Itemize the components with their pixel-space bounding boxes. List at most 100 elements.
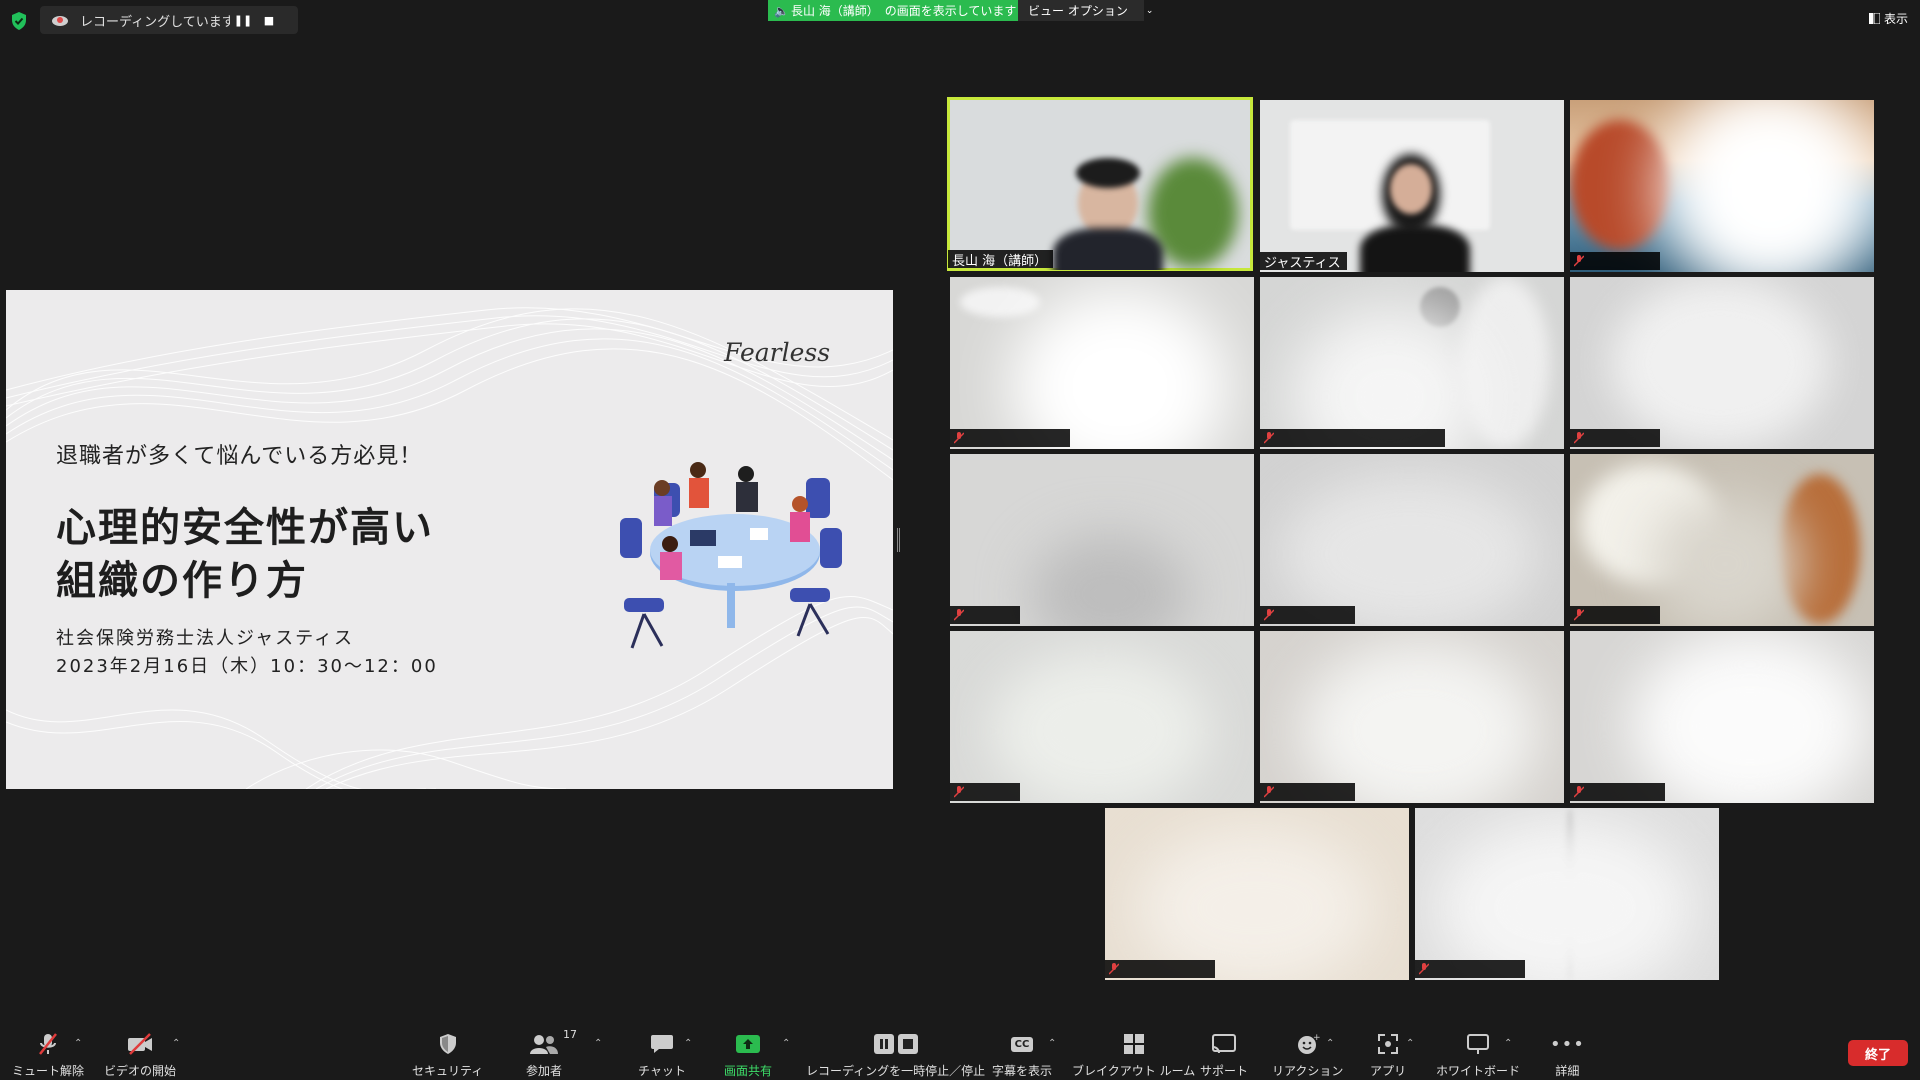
participant-name-tag bbox=[950, 429, 1070, 447]
shared-screen-slide: Fearless 退職者が多くて悩んでいる方必見！ 心理的安全性が高い 組織の作… bbox=[6, 290, 893, 789]
chevron-up-icon[interactable]: ⌃ bbox=[1406, 1038, 1414, 1049]
panel-resize-handle[interactable] bbox=[897, 528, 900, 552]
security-button[interactable]: セキュリティ bbox=[412, 1032, 483, 1079]
meeting-toolbar: ミュート解除 ⌃ ビデオの開始 ⌃ セキュリティ 17 参加者 ⌃ チャット ⌃… bbox=[0, 1024, 1920, 1080]
more-button[interactable]: ••• 詳細 bbox=[1550, 1032, 1585, 1079]
apps-icon bbox=[1378, 1034, 1398, 1054]
reactions-label: リアクション bbox=[1272, 1064, 1344, 1078]
cloud-recording-icon bbox=[52, 16, 68, 26]
speaker-icon: 🔈 bbox=[774, 3, 789, 18]
chevron-up-icon[interactable]: ⌃ bbox=[594, 1038, 602, 1049]
video-tile-participant[interactable] bbox=[1570, 454, 1874, 626]
recording-status-text: レコーディングしています... bbox=[80, 14, 230, 30]
chat-icon bbox=[650, 1035, 673, 1053]
chevron-up-icon[interactable]: ⌃ bbox=[74, 1038, 82, 1049]
fearless-logo: Fearless bbox=[724, 338, 831, 367]
recording-indicator[interactable]: レコーディングしています... ❚❚ ■ bbox=[40, 6, 298, 34]
grid-view-icon bbox=[1868, 13, 1880, 24]
participant-name-tag bbox=[1105, 960, 1215, 978]
start-video-button[interactable]: ビデオの開始 bbox=[104, 1032, 176, 1079]
chevron-up-icon[interactable]: ⌃ bbox=[1326, 1038, 1334, 1049]
share-screen-button[interactable]: 画面共有 bbox=[724, 1032, 772, 1079]
breakout-rooms-icon bbox=[1123, 1034, 1144, 1054]
pause-stop-recording-button[interactable]: レコーディングを一時停止／停止 bbox=[806, 1032, 985, 1079]
video-tile-participant[interactable] bbox=[1570, 631, 1874, 803]
video-tile-participant[interactable] bbox=[950, 454, 1254, 626]
video-tile-participant[interactable] bbox=[950, 277, 1254, 449]
participant-name-tag bbox=[1570, 252, 1660, 270]
more-label: 詳細 bbox=[1555, 1064, 1580, 1078]
mic-muted-icon bbox=[1264, 786, 1274, 798]
captions-button[interactable]: CC 字幕を表示 bbox=[992, 1032, 1052, 1079]
view-options-label: ビュー オプション bbox=[1028, 4, 1128, 18]
participant-name-tag bbox=[1570, 606, 1660, 624]
slide-title-line-2: 組織の作り方 bbox=[56, 558, 308, 604]
video-tile-justice[interactable]: ジャスティス bbox=[1260, 100, 1564, 272]
video-tile-host[interactable]: 長山 海（講師） bbox=[947, 97, 1253, 271]
view-button[interactable]: 表示 bbox=[1868, 10, 1908, 27]
video-tile-participant[interactable] bbox=[1260, 454, 1564, 626]
mic-muted-icon bbox=[954, 432, 964, 444]
participants-button[interactable]: 17 参加者 bbox=[526, 1028, 577, 1079]
stop-recording-icon[interactable]: ■ bbox=[256, 14, 282, 27]
video-tile-participant[interactable] bbox=[1570, 100, 1874, 272]
meeting-illustration bbox=[620, 462, 842, 649]
chevron-up-icon[interactable]: ⌃ bbox=[172, 1038, 180, 1049]
video-tile-participant[interactable] bbox=[1105, 808, 1409, 980]
video-tile-participant[interactable] bbox=[1570, 277, 1874, 449]
end-meeting-button[interactable]: 終了 bbox=[1848, 1040, 1908, 1066]
breakout-rooms-label: ブレイクアウト ルーム bbox=[1072, 1064, 1196, 1078]
shield-icon bbox=[439, 1034, 456, 1054]
apps-button[interactable]: アプリ bbox=[1370, 1032, 1406, 1079]
mic-muted-icon bbox=[1264, 432, 1274, 444]
video-tile-participant[interactable] bbox=[1260, 631, 1564, 803]
slide-subheading: 退職者が多くて悩んでいる方必見！ bbox=[56, 444, 423, 469]
participant-name: 長山 海（講師） bbox=[952, 253, 1048, 269]
chevron-up-icon[interactable]: ⌃ bbox=[1048, 1038, 1056, 1049]
chevron-up-icon[interactable]: ⌃ bbox=[1504, 1038, 1512, 1049]
mic-muted-icon bbox=[39, 1033, 57, 1055]
mic-muted-icon bbox=[1574, 609, 1584, 621]
participant-name-tag bbox=[1415, 960, 1525, 978]
share-banner-host: 長山 海（講師） bbox=[790, 4, 879, 18]
chat-button[interactable]: チャット bbox=[638, 1032, 686, 1079]
slide-datetime: 2023年2月16日（木）10：30〜12：00 bbox=[56, 656, 438, 677]
screen-share-banner: 🔈 長山 海（講師） の画面を表示しています bbox=[768, 0, 1018, 21]
video-tile-participant[interactable] bbox=[950, 631, 1254, 803]
share-banner-text: の画面を表示しています bbox=[884, 4, 1017, 18]
chevron-up-icon[interactable]: ⌃ bbox=[782, 1038, 790, 1049]
shield-icon[interactable] bbox=[10, 11, 28, 31]
whiteboard-label: ホワイトボード bbox=[1436, 1064, 1521, 1078]
pause-recording-icon[interactable]: ❚❚ bbox=[230, 14, 256, 27]
unmute-label: ミュート解除 bbox=[12, 1064, 85, 1078]
chevron-up-icon[interactable]: ⌃ bbox=[684, 1038, 692, 1049]
mic-muted-icon bbox=[1574, 432, 1584, 444]
chevron-down-icon: ⌄ bbox=[1145, 5, 1154, 16]
whiteboard-icon bbox=[1467, 1034, 1489, 1054]
participant-name-tag bbox=[1570, 429, 1660, 447]
svg-text:+: + bbox=[1313, 1033, 1320, 1043]
stop-icon bbox=[897, 1034, 918, 1054]
mic-muted-icon bbox=[1419, 963, 1429, 975]
cast-screen-icon bbox=[1212, 1034, 1236, 1054]
participants-icon bbox=[530, 1035, 558, 1054]
emoji-icon: + bbox=[1297, 1033, 1320, 1054]
participant-name: ジャスティス bbox=[1264, 255, 1341, 271]
view-options-dropdown[interactable]: ビュー オプション ⌄ bbox=[1018, 0, 1153, 21]
participant-name-tag: 長山 海（講師） bbox=[948, 250, 1054, 269]
support-button[interactable]: サポート bbox=[1200, 1032, 1248, 1079]
mic-muted-icon bbox=[1574, 255, 1584, 267]
more-icon: ••• bbox=[1550, 1033, 1585, 1055]
video-tile-participant[interactable] bbox=[1260, 277, 1564, 449]
share-screen-icon bbox=[736, 1035, 760, 1053]
breakout-rooms-button[interactable]: ブレイクアウト ルーム bbox=[1072, 1032, 1195, 1079]
slide-organizer: 社会保険労務士法人ジャスティス bbox=[56, 628, 355, 649]
chat-label: チャット bbox=[638, 1064, 686, 1078]
video-tile-participant[interactable] bbox=[1415, 808, 1719, 980]
mic-muted-icon bbox=[1109, 963, 1119, 975]
mic-muted-icon bbox=[1264, 609, 1274, 621]
participant-count: 17 bbox=[563, 1028, 577, 1041]
participant-name-tag bbox=[950, 606, 1020, 624]
pause-icon bbox=[873, 1034, 894, 1054]
participant-name-tag bbox=[1260, 783, 1355, 801]
